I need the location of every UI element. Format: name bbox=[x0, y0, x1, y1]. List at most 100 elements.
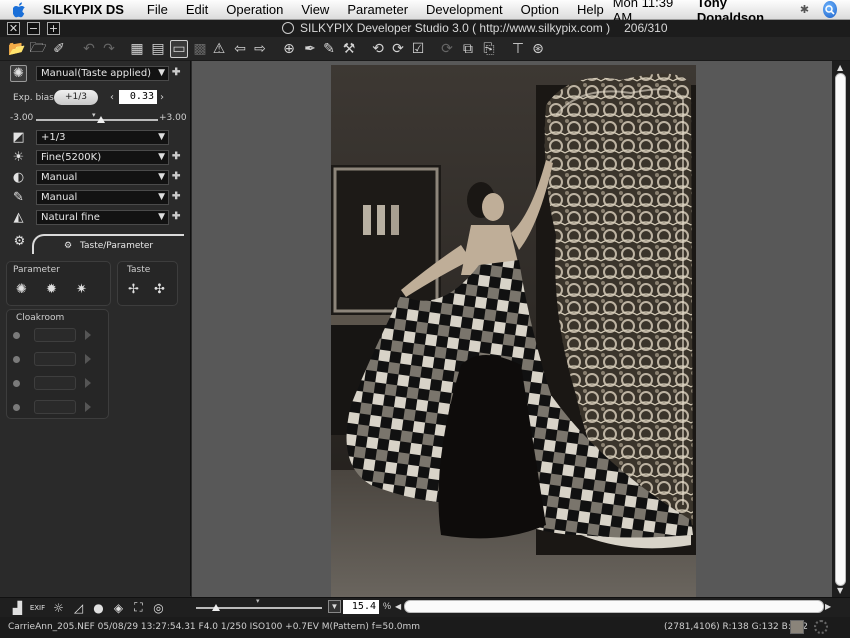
taste-add-button-icon[interactable]: ✢ bbox=[125, 281, 142, 297]
horizontal-scroll-thumb[interactable] bbox=[404, 600, 824, 613]
cloakroom-slot-1-arrow-icon[interactable] bbox=[85, 330, 91, 340]
compare-view-icon[interactable]: ▩ bbox=[191, 40, 209, 58]
cloakroom-slot-3-arrow-icon[interactable] bbox=[85, 378, 91, 388]
redo-icon[interactable]: ↷ bbox=[100, 40, 118, 58]
copy-parameters-icon[interactable]: ⎘ bbox=[480, 40, 498, 58]
rotate-left-icon[interactable]: ⟲ bbox=[369, 40, 387, 58]
scroll-left-arrow-icon[interactable]: ◀ bbox=[395, 602, 401, 611]
develop-icon[interactable]: ⊤ bbox=[509, 40, 527, 58]
spotlight-icon[interactable] bbox=[823, 1, 838, 18]
cloakroom-slot-3[interactable] bbox=[34, 376, 76, 390]
preview-photo[interactable] bbox=[331, 65, 696, 597]
undo-icon[interactable]: ↶ bbox=[80, 40, 98, 58]
white-balance-select[interactable]: Fine(5200K) ▼ bbox=[36, 150, 169, 165]
cloakroom-slot-4-arrow-icon[interactable] bbox=[85, 402, 91, 412]
menu-edit[interactable]: Edit bbox=[177, 0, 217, 20]
scroll-up-arrow-icon[interactable]: ▲ bbox=[837, 63, 843, 72]
warning-icon[interactable]: ⚠ bbox=[210, 40, 228, 58]
filmstrip-view-icon[interactable]: ▤ bbox=[149, 40, 167, 58]
fill-icon[interactable]: ◈ bbox=[111, 600, 126, 615]
tone-add-icon[interactable]: ✚ bbox=[172, 171, 181, 182]
image-viewer[interactable] bbox=[192, 61, 832, 597]
bluetooth-icon[interactable]: ✱ bbox=[800, 3, 809, 16]
zoom-slider-knob[interactable] bbox=[212, 604, 220, 611]
zoom-icon[interactable]: ⊕ bbox=[280, 40, 298, 58]
highlight-warning-icon[interactable]: ☼ bbox=[51, 600, 66, 615]
cloakroom-slot-4-dot[interactable] bbox=[13, 404, 20, 411]
taste-gear-icon[interactable]: ✺ bbox=[10, 65, 27, 82]
noise-reduction-icon[interactable]: ◭ bbox=[10, 209, 27, 226]
white-balance-add-icon[interactable]: ✚ bbox=[172, 151, 181, 162]
menu-operation[interactable]: Operation bbox=[217, 0, 292, 20]
cloakroom-slot-4[interactable] bbox=[34, 400, 76, 414]
noise-add-icon[interactable]: ✚ bbox=[172, 211, 181, 222]
cloakroom-slot-3-dot[interactable] bbox=[13, 380, 20, 387]
exp-bias-step-button[interactable]: +1/3 bbox=[54, 90, 98, 105]
parameter-load-icon[interactable]: ✹ bbox=[43, 281, 60, 297]
exp-bias-value-input[interactable]: 0.33 bbox=[119, 90, 157, 104]
tone-curve-icon[interactable]: ◿ bbox=[71, 600, 86, 615]
menu-view[interactable]: View bbox=[292, 0, 338, 20]
taste-select[interactable]: Manual(Taste applied) ▼ bbox=[36, 66, 169, 81]
zoom-value-input[interactable]: 15.4 bbox=[343, 600, 379, 614]
menu-file[interactable]: File bbox=[138, 0, 177, 20]
menu-parameter[interactable]: Parameter bbox=[338, 0, 417, 20]
cloakroom-slot-1[interactable] bbox=[34, 328, 76, 342]
exif-icon[interactable]: EXIF bbox=[30, 600, 45, 615]
menu-option[interactable]: Option bbox=[512, 0, 568, 20]
apple-icon[interactable] bbox=[13, 1, 27, 18]
crop-icon[interactable]: ⛶ bbox=[131, 600, 146, 615]
histogram-icon[interactable]: ▟ bbox=[10, 600, 25, 615]
gray-picker-icon[interactable]: ✎ bbox=[320, 40, 338, 58]
cloakroom-slot-1-dot[interactable] bbox=[13, 332, 20, 339]
scroll-right-arrow-icon[interactable]: ▶ bbox=[825, 602, 831, 611]
loupe-icon[interactable]: ◎ bbox=[151, 600, 166, 615]
previous-icon[interactable]: ⇦ bbox=[231, 40, 249, 58]
exp-bias-slider[interactable] bbox=[36, 116, 158, 123]
spot-picker-icon[interactable]: ⚒ bbox=[340, 40, 358, 58]
next-icon[interactable]: ⇨ bbox=[251, 40, 269, 58]
sync-icon[interactable]: ⟳ bbox=[438, 40, 456, 58]
thumbnail-view-icon[interactable]: ▦ bbox=[128, 40, 146, 58]
batch-develop-icon[interactable]: ⊛ bbox=[529, 40, 547, 58]
scroll-down-arrow-icon[interactable]: ▼ bbox=[837, 586, 843, 595]
exposure-icon[interactable]: ◩ bbox=[10, 129, 27, 146]
exposure-select[interactable]: +1/3 ▼ bbox=[36, 130, 169, 145]
white-balance-picker-icon[interactable]: ✒ bbox=[301, 40, 319, 58]
menu-help[interactable]: Help bbox=[568, 0, 613, 20]
sphere-icon[interactable]: ● bbox=[91, 600, 106, 615]
cloakroom-slot-2-arrow-icon[interactable] bbox=[85, 354, 91, 364]
exp-decrease-arrow[interactable]: ‹ bbox=[110, 92, 114, 103]
settings-gears-icon[interactable]: ⚙ bbox=[11, 233, 28, 250]
parameter-save-icon[interactable]: ✺ bbox=[13, 281, 30, 297]
sharpness-pen-icon[interactable]: ✎ bbox=[10, 189, 27, 206]
single-view-icon[interactable]: ▭ bbox=[170, 40, 188, 58]
menu-development[interactable]: Development bbox=[417, 0, 512, 20]
noise-select[interactable]: Natural fine ▼ bbox=[36, 210, 169, 225]
paste-parameters-icon[interactable]: ⧉ bbox=[459, 40, 477, 58]
zoom-slider[interactable] bbox=[196, 604, 322, 611]
open-folder-icon[interactable]: 📂 bbox=[8, 40, 26, 58]
sharpness-add-icon[interactable]: ✚ bbox=[172, 191, 181, 202]
open-file-icon[interactable]: 🗁 bbox=[29, 40, 47, 58]
taste-add-icon[interactable]: ✚ bbox=[172, 67, 181, 78]
exp-bias-slider-knob[interactable] bbox=[97, 116, 105, 123]
sharpness-select[interactable]: Manual ▼ bbox=[36, 190, 169, 205]
eraser-icon[interactable]: ✐ bbox=[50, 40, 68, 58]
tone-select[interactable]: Manual ▼ bbox=[36, 170, 169, 185]
vertical-scrollbar[interactable]: ▲ ▼ bbox=[832, 61, 850, 597]
vertical-scroll-thumb[interactable] bbox=[835, 73, 846, 586]
rotate-right-icon[interactable]: ⟳ bbox=[389, 40, 407, 58]
minimize-window-button[interactable]: − bbox=[27, 22, 40, 35]
parameter-reset-icon[interactable]: ✷ bbox=[73, 281, 90, 297]
mark-icon[interactable]: ☑ bbox=[409, 40, 427, 58]
contrast-icon[interactable]: ◐ bbox=[10, 169, 27, 186]
zoom-dropdown-button[interactable]: ▼ bbox=[328, 600, 341, 613]
exp-increase-arrow[interactable]: › bbox=[160, 92, 164, 103]
app-menu[interactable]: SILKYPIX DS bbox=[41, 0, 138, 20]
close-window-button[interactable]: ✕ bbox=[7, 22, 20, 35]
zoom-window-button[interactable]: + bbox=[47, 22, 60, 35]
cloakroom-slot-2[interactable] bbox=[34, 352, 76, 366]
sun-icon[interactable]: ☀ bbox=[10, 149, 27, 166]
taste-edit-button-icon[interactable]: ✣ bbox=[151, 281, 168, 297]
